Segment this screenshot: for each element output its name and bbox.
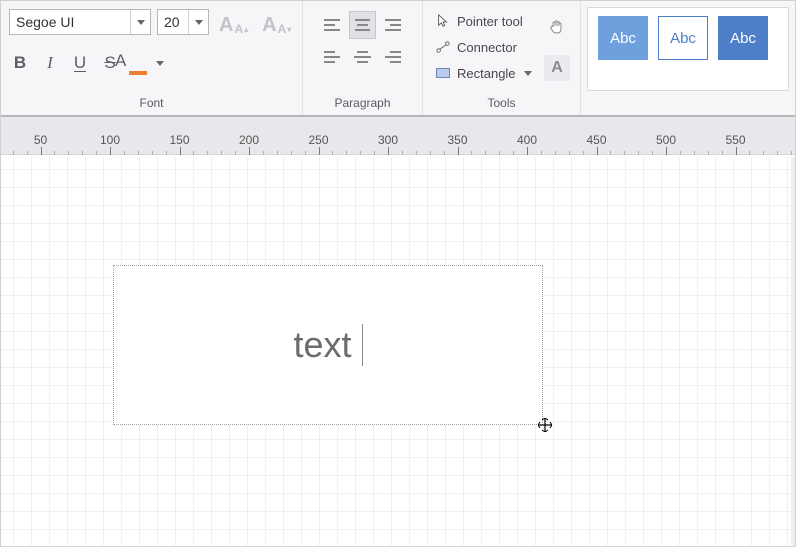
text-tool-button[interactable]: A — [544, 55, 570, 81]
connector-tool-label: Connector — [457, 40, 517, 55]
align-top-left-button[interactable] — [319, 11, 345, 39]
ruler-label: 100 — [100, 133, 120, 147]
resize-cursor-icon — [538, 418, 552, 436]
pan-tool-button[interactable] — [549, 19, 565, 40]
style-chip-1[interactable]: Abc — [598, 16, 648, 60]
group-paragraph: Paragraph — [303, 1, 423, 115]
align-bottom-right-button[interactable] — [380, 43, 406, 71]
group-font: AA▴ AA▾ B I U S A Font — [1, 1, 303, 115]
ruler-label: 450 — [586, 133, 606, 147]
shape-styles-gallery: Abc Abc Abc — [587, 7, 789, 91]
italic-button[interactable]: I — [39, 50, 61, 76]
bold-button[interactable]: B — [9, 50, 31, 76]
shape-text-content[interactable]: text — [293, 324, 351, 366]
ruler-label: 400 — [517, 133, 537, 147]
font-color-swatch-icon — [129, 71, 147, 75]
chevron-down-icon — [524, 71, 532, 76]
pointer-tool-button[interactable]: Pointer tool — [431, 9, 542, 33]
decrease-font-size-button[interactable]: AA▾ — [258, 9, 295, 35]
font-color-glyph: A — [115, 51, 126, 73]
connector-tool-button[interactable]: Connector — [431, 35, 542, 59]
text-caret-icon — [362, 324, 363, 366]
group-tools: Pointer tool Connector Rectangle — [423, 1, 581, 115]
ruler-label: 150 — [169, 133, 189, 147]
font-name-input[interactable] — [10, 10, 130, 34]
chevron-down-icon — [156, 61, 164, 66]
vertical-scrollbar[interactable] — [791, 157, 795, 546]
font-size-input[interactable] — [158, 10, 188, 34]
horizontal-ruler: 50 100 150 200 250 300 350 400 450 500 550 — [1, 117, 795, 155]
ruler-label: 200 — [239, 133, 259, 147]
rectangle-tool-label: Rectangle — [457, 66, 516, 81]
chevron-down-icon — [195, 20, 203, 25]
rectangle-tool-button[interactable]: Rectangle — [431, 61, 542, 85]
increase-font-size-button[interactable]: AA▴ — [215, 9, 252, 35]
ruler-label: 500 — [656, 133, 676, 147]
pointer-icon — [435, 13, 451, 29]
font-name-combo[interactable] — [9, 9, 151, 35]
ruler-label: 300 — [378, 133, 398, 147]
ribbon: AA▴ AA▾ B I U S A Font — [1, 1, 795, 117]
ruler-label: 250 — [308, 133, 328, 147]
style-chip-3[interactable]: Abc — [718, 16, 768, 60]
canvas[interactable]: text — [1, 157, 795, 546]
font-color-dropdown[interactable] — [153, 61, 167, 66]
style-chip-2[interactable]: Abc — [658, 16, 708, 60]
font-size-combo[interactable] — [157, 9, 209, 35]
align-bottom-center-button[interactable] — [349, 43, 375, 71]
hand-icon — [549, 19, 565, 35]
group-label-paragraph: Paragraph — [311, 93, 414, 113]
underline-button[interactable]: U — [69, 50, 91, 76]
pointer-tool-label: Pointer tool — [457, 14, 523, 29]
rectangle-dropdown[interactable] — [524, 71, 532, 76]
ruler-label: 350 — [447, 133, 467, 147]
group-label-tools: Tools — [431, 93, 572, 113]
font-color-button[interactable]: A — [129, 51, 167, 75]
rectangle-icon — [435, 65, 451, 81]
connector-icon — [435, 39, 451, 55]
align-top-right-button[interactable] — [380, 11, 406, 39]
font-name-dropdown[interactable] — [130, 10, 150, 34]
ruler-label: 50 — [34, 133, 47, 147]
chevron-down-icon — [137, 20, 145, 25]
align-bottom-left-button[interactable] — [319, 43, 345, 71]
group-label-font: Font — [9, 93, 294, 113]
ruler-label: 550 — [725, 133, 745, 147]
align-top-center-button[interactable] — [349, 11, 375, 39]
text-shape[interactable]: text — [113, 265, 543, 425]
font-size-dropdown[interactable] — [188, 10, 208, 34]
